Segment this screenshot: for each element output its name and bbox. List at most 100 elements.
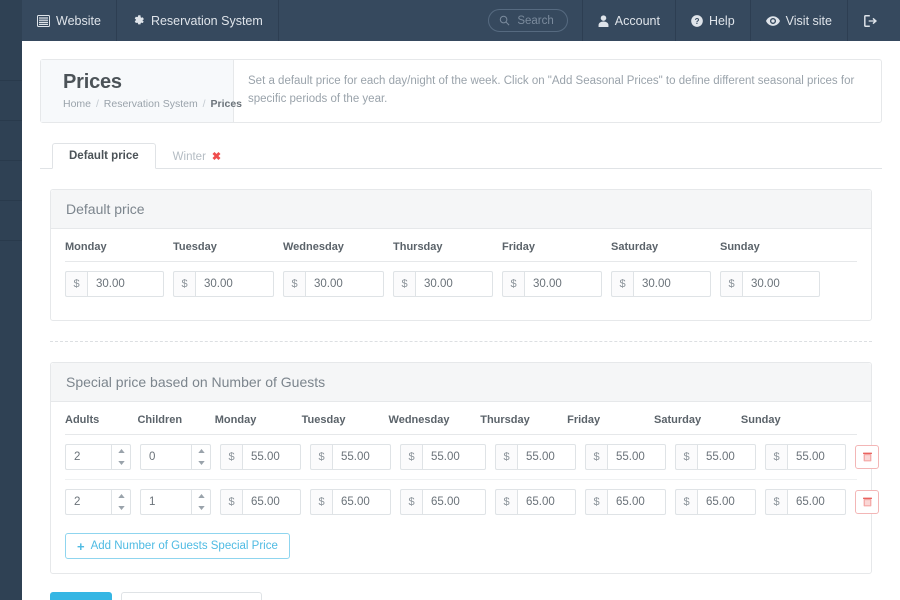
tab-bar: Default price Winter ✖ — [40, 141, 882, 169]
currency-addon: $ — [675, 444, 697, 470]
guests-price-input-friday-row-1[interactable] — [607, 444, 666, 470]
close-icon[interactable]: ✖ — [212, 150, 221, 163]
default-price-cell-monday: $ — [65, 271, 173, 297]
stepper-up-icon[interactable] — [112, 490, 130, 502]
nav-item-visit-site-label: Visit site — [785, 13, 832, 28]
nav-item-help[interactable]: ? Help — [674, 0, 750, 41]
stepper-down-icon[interactable] — [112, 457, 130, 469]
tab-default-price[interactable]: Default price — [52, 143, 156, 169]
guests-price-input-wednesday-row-2[interactable] — [422, 489, 486, 515]
guests-price-input-tuesday-row-1[interactable] — [332, 444, 391, 470]
default-price-input-monday[interactable] — [87, 271, 164, 297]
currency-addon: $ — [585, 444, 607, 470]
currency-addon: $ — [720, 271, 742, 297]
adults-stepper-row-1[interactable] — [111, 444, 131, 470]
nav-item-account-label: Account — [614, 13, 660, 28]
guests-price-input-saturday-row-1[interactable] — [697, 444, 756, 470]
guests-row-actions — [855, 490, 885, 514]
guests-cell-adults — [65, 444, 140, 470]
guests-price-cell-sunday: $ — [765, 444, 855, 470]
top-navbar: Website Reservation System Search Accoun… — [0, 0, 900, 41]
default-price-input-saturday[interactable] — [633, 271, 711, 297]
column-header-thursday: Thursday — [393, 241, 443, 253]
guests-price-cell-sunday: $ — [765, 489, 855, 515]
rail-segment — [0, 201, 22, 241]
nav-item-help-label: Help — [708, 13, 735, 28]
nav-item-account[interactable]: Account — [581, 0, 675, 41]
add-guests-special-price-button[interactable]: + Add Number of Guests Special Price — [65, 533, 290, 559]
stepper-down-icon[interactable] — [192, 457, 210, 469]
tab-default-price-label: Default price — [69, 150, 139, 162]
guests-price-input-tuesday-row-2[interactable] — [332, 489, 391, 515]
default-price-input-sunday[interactable] — [742, 271, 820, 297]
guests-price-input-sunday-row-1[interactable] — [787, 444, 846, 470]
children-stepper-row-1[interactable] — [191, 444, 211, 470]
trash-icon — [862, 497, 872, 507]
guests-price-input-monday-row-2[interactable] — [242, 489, 301, 515]
add-new-season-button[interactable]: + Add new season — [120, 592, 263, 600]
column-header-children: Children — [137, 414, 183, 426]
children-stepper-input-row-1[interactable] — [140, 444, 191, 470]
search-container: Search — [474, 0, 581, 41]
adults-stepper-input-row-2[interactable] — [65, 489, 111, 515]
guests-cell-adults — [65, 489, 140, 515]
currency-addon: $ — [400, 444, 422, 470]
plus-icon: + — [77, 538, 85, 554]
rail-segment — [0, 81, 22, 121]
add-guests-row-container: + Add Number of Guests Special Price — [65, 524, 857, 559]
search-input[interactable]: Search — [488, 9, 568, 32]
nav-item-website-label: Website — [56, 13, 101, 28]
guests-price-cell-saturday: $ — [675, 489, 765, 515]
stepper-up-icon[interactable] — [112, 445, 130, 457]
children-stepper-row-2[interactable] — [191, 489, 211, 515]
guests-price-input-wednesday-row-1[interactable] — [422, 444, 486, 470]
default-price-input-thursday[interactable] — [415, 271, 493, 297]
guests-row-actions — [855, 445, 885, 469]
breadcrumb-item-reservation-system[interactable]: Reservation System — [104, 98, 198, 110]
guests-price-input-thursday-row-1[interactable] — [517, 444, 576, 470]
adults-stepper-input-row-1[interactable] — [65, 444, 111, 470]
stepper-up-icon[interactable] — [192, 445, 210, 457]
stepper-down-icon[interactable] — [192, 502, 210, 514]
guests-price-input-saturday-row-2[interactable] — [697, 489, 756, 515]
page-header-left: Prices Home / Reservation System / Price… — [41, 60, 242, 122]
column-header-saturday: Saturday — [611, 241, 659, 253]
guests-price-cell-thursday: $ — [495, 444, 585, 470]
stepper-down-icon[interactable] — [112, 502, 130, 514]
children-stepper-input-row-2[interactable] — [140, 489, 191, 515]
tab-winter[interactable]: Winter ✖ — [156, 143, 238, 169]
adults-stepper-row-2[interactable] — [111, 489, 131, 515]
column-header-monday: Monday — [65, 241, 107, 253]
delete-row-button-2[interactable] — [855, 490, 879, 514]
guests-price-cell-monday: $ — [220, 444, 310, 470]
default-price-input-tuesday[interactable] — [195, 271, 274, 297]
column-header-friday: Friday — [567, 414, 601, 426]
guests-price-input-thursday-row-2[interactable] — [517, 489, 576, 515]
nav-item-visit-site[interactable]: Visit site — [749, 0, 847, 41]
guests-price-input-monday-row-1[interactable] — [242, 444, 301, 470]
default-price-input-friday[interactable] — [524, 271, 602, 297]
currency-addon: $ — [310, 489, 332, 515]
nav-item-website[interactable]: Website — [22, 0, 117, 41]
currency-addon: $ — [400, 489, 422, 515]
left-sidebar-rail — [0, 41, 22, 600]
logout-button[interactable] — [847, 0, 900, 41]
rail-segment — [0, 121, 22, 161]
tab-panel-default-price: Default price Monday Tuesday Wednesday T… — [40, 169, 882, 574]
nav-item-reservation-system[interactable]: Reservation System — [117, 0, 279, 41]
currency-addon: $ — [585, 489, 607, 515]
default-price-input-wednesday[interactable] — [305, 271, 384, 297]
currency-addon: $ — [173, 271, 195, 297]
save-button[interactable]: Save — [50, 592, 112, 600]
footer-actions: Save + Add new season — [40, 574, 882, 600]
guests-price-header-row: Adults Children Monday Tuesday Wednesday… — [65, 414, 857, 435]
default-price-cell-tuesday: $ — [173, 271, 283, 297]
currency-addon: $ — [220, 444, 242, 470]
guests-price-input-friday-row-2[interactable] — [607, 489, 666, 515]
list-icon — [37, 14, 50, 27]
guests-price-input-sunday-row-2[interactable] — [787, 489, 846, 515]
breadcrumb-item-home[interactable]: Home — [63, 98, 91, 110]
stepper-up-icon[interactable] — [192, 490, 210, 502]
currency-addon: $ — [65, 271, 87, 297]
delete-row-button-1[interactable] — [855, 445, 879, 469]
